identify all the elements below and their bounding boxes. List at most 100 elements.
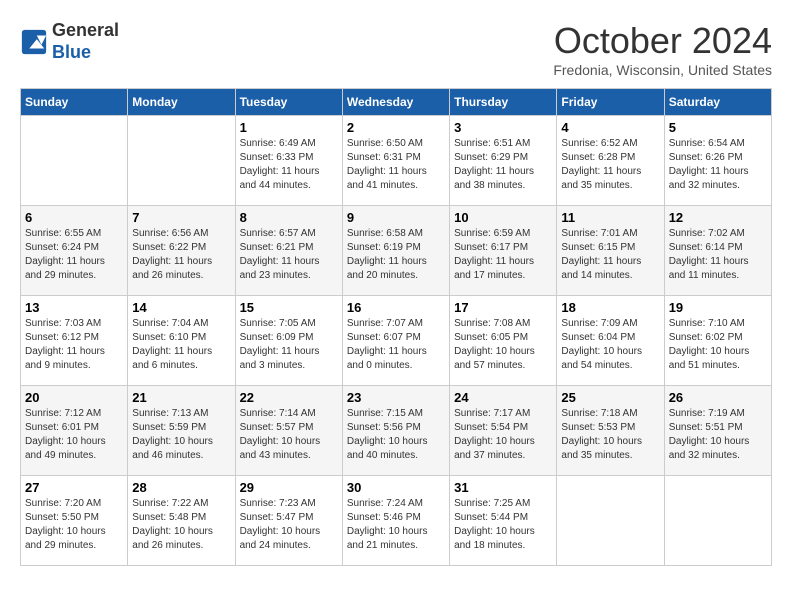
day-number: 11: [561, 210, 659, 225]
day-info: Sunrise: 7:04 AMSunset: 6:10 PMDaylight:…: [132, 317, 230, 373]
day-number: 7: [132, 210, 230, 225]
day-number: 1: [240, 120, 338, 135]
day-cell: 6 Sunrise: 6:55 AMSunset: 6:24 PMDayligh…: [21, 206, 128, 296]
week-row-1: 1 Sunrise: 6:49 AMSunset: 6:33 PMDayligh…: [21, 116, 772, 206]
title-area: October 2024 Fredonia, Wisconsin, United…: [553, 20, 772, 78]
day-info: Sunrise: 7:18 AMSunset: 5:53 PMDaylight:…: [561, 407, 659, 463]
day-cell: 19 Sunrise: 7:10 AMSunset: 6:02 PMDaylig…: [664, 296, 771, 386]
day-cell: 18 Sunrise: 7:09 AMSunset: 6:04 PMDaylig…: [557, 296, 664, 386]
day-info: Sunrise: 7:01 AMSunset: 6:15 PMDaylight:…: [561, 227, 659, 283]
day-number: 3: [454, 120, 552, 135]
day-info: Sunrise: 7:25 AMSunset: 5:44 PMDaylight:…: [454, 497, 552, 553]
weekday-header-row: SundayMondayTuesdayWednesdayThursdayFrid…: [21, 89, 772, 116]
day-cell: 9 Sunrise: 6:58 AMSunset: 6:19 PMDayligh…: [342, 206, 449, 296]
day-cell: [21, 116, 128, 206]
day-cell: 8 Sunrise: 6:57 AMSunset: 6:21 PMDayligh…: [235, 206, 342, 296]
day-cell: 15 Sunrise: 7:05 AMSunset: 6:09 PMDaylig…: [235, 296, 342, 386]
day-cell: 30 Sunrise: 7:24 AMSunset: 5:46 PMDaylig…: [342, 476, 449, 566]
day-info: Sunrise: 7:13 AMSunset: 5:59 PMDaylight:…: [132, 407, 230, 463]
weekday-header-wednesday: Wednesday: [342, 89, 449, 116]
day-number: 31: [454, 480, 552, 495]
day-number: 13: [25, 300, 123, 315]
day-info: Sunrise: 7:19 AMSunset: 5:51 PMDaylight:…: [669, 407, 767, 463]
day-cell: [128, 116, 235, 206]
day-info: Sunrise: 7:07 AMSunset: 6:07 PMDaylight:…: [347, 317, 445, 373]
day-cell: 7 Sunrise: 6:56 AMSunset: 6:22 PMDayligh…: [128, 206, 235, 296]
day-number: 14: [132, 300, 230, 315]
day-cell: 28 Sunrise: 7:22 AMSunset: 5:48 PMDaylig…: [128, 476, 235, 566]
day-info: Sunrise: 6:50 AMSunset: 6:31 PMDaylight:…: [347, 137, 445, 193]
day-number: 25: [561, 390, 659, 405]
month-title: October 2024: [553, 20, 772, 62]
day-cell: 26 Sunrise: 7:19 AMSunset: 5:51 PMDaylig…: [664, 386, 771, 476]
weekday-header-tuesday: Tuesday: [235, 89, 342, 116]
day-number: 22: [240, 390, 338, 405]
day-info: Sunrise: 6:56 AMSunset: 6:22 PMDaylight:…: [132, 227, 230, 283]
week-row-4: 20 Sunrise: 7:12 AMSunset: 6:01 PMDaylig…: [21, 386, 772, 476]
week-row-2: 6 Sunrise: 6:55 AMSunset: 6:24 PMDayligh…: [21, 206, 772, 296]
day-number: 19: [669, 300, 767, 315]
day-info: Sunrise: 7:10 AMSunset: 6:02 PMDaylight:…: [669, 317, 767, 373]
day-cell: 24 Sunrise: 7:17 AMSunset: 5:54 PMDaylig…: [450, 386, 557, 476]
day-info: Sunrise: 7:15 AMSunset: 5:56 PMDaylight:…: [347, 407, 445, 463]
day-info: Sunrise: 7:23 AMSunset: 5:47 PMDaylight:…: [240, 497, 338, 553]
logo: General Blue: [20, 20, 119, 63]
day-info: Sunrise: 7:14 AMSunset: 5:57 PMDaylight:…: [240, 407, 338, 463]
week-row-5: 27 Sunrise: 7:20 AMSunset: 5:50 PMDaylig…: [21, 476, 772, 566]
day-cell: 1 Sunrise: 6:49 AMSunset: 6:33 PMDayligh…: [235, 116, 342, 206]
day-number: 6: [25, 210, 123, 225]
day-info: Sunrise: 7:17 AMSunset: 5:54 PMDaylight:…: [454, 407, 552, 463]
day-info: Sunrise: 6:59 AMSunset: 6:17 PMDaylight:…: [454, 227, 552, 283]
day-info: Sunrise: 6:57 AMSunset: 6:21 PMDaylight:…: [240, 227, 338, 283]
day-info: Sunrise: 7:20 AMSunset: 5:50 PMDaylight:…: [25, 497, 123, 553]
logo-line2: Blue: [52, 42, 119, 64]
day-info: Sunrise: 6:51 AMSunset: 6:29 PMDaylight:…: [454, 137, 552, 193]
day-cell: 29 Sunrise: 7:23 AMSunset: 5:47 PMDaylig…: [235, 476, 342, 566]
calendar-table: SundayMondayTuesdayWednesdayThursdayFrid…: [20, 88, 772, 566]
day-cell: 2 Sunrise: 6:50 AMSunset: 6:31 PMDayligh…: [342, 116, 449, 206]
day-number: 21: [132, 390, 230, 405]
day-number: 27: [25, 480, 123, 495]
day-number: 8: [240, 210, 338, 225]
day-cell: [664, 476, 771, 566]
weekday-header-thursday: Thursday: [450, 89, 557, 116]
day-number: 12: [669, 210, 767, 225]
day-cell: 20 Sunrise: 7:12 AMSunset: 6:01 PMDaylig…: [21, 386, 128, 476]
day-info: Sunrise: 6:55 AMSunset: 6:24 PMDaylight:…: [25, 227, 123, 283]
week-row-3: 13 Sunrise: 7:03 AMSunset: 6:12 PMDaylig…: [21, 296, 772, 386]
day-number: 9: [347, 210, 445, 225]
day-cell: 4 Sunrise: 6:52 AMSunset: 6:28 PMDayligh…: [557, 116, 664, 206]
day-info: Sunrise: 6:52 AMSunset: 6:28 PMDaylight:…: [561, 137, 659, 193]
day-number: 28: [132, 480, 230, 495]
day-cell: 3 Sunrise: 6:51 AMSunset: 6:29 PMDayligh…: [450, 116, 557, 206]
day-number: 26: [669, 390, 767, 405]
day-cell: 17 Sunrise: 7:08 AMSunset: 6:05 PMDaylig…: [450, 296, 557, 386]
day-cell: 25 Sunrise: 7:18 AMSunset: 5:53 PMDaylig…: [557, 386, 664, 476]
day-cell: [557, 476, 664, 566]
day-number: 5: [669, 120, 767, 135]
day-info: Sunrise: 7:09 AMSunset: 6:04 PMDaylight:…: [561, 317, 659, 373]
day-number: 15: [240, 300, 338, 315]
day-info: Sunrise: 7:24 AMSunset: 5:46 PMDaylight:…: [347, 497, 445, 553]
day-number: 24: [454, 390, 552, 405]
page-header: General Blue October 2024 Fredonia, Wisc…: [20, 20, 772, 78]
day-number: 30: [347, 480, 445, 495]
day-info: Sunrise: 7:12 AMSunset: 6:01 PMDaylight:…: [25, 407, 123, 463]
day-cell: 27 Sunrise: 7:20 AMSunset: 5:50 PMDaylig…: [21, 476, 128, 566]
location: Fredonia, Wisconsin, United States: [553, 62, 772, 78]
day-cell: 5 Sunrise: 6:54 AMSunset: 6:26 PMDayligh…: [664, 116, 771, 206]
day-number: 10: [454, 210, 552, 225]
day-cell: 16 Sunrise: 7:07 AMSunset: 6:07 PMDaylig…: [342, 296, 449, 386]
logo-icon: [20, 28, 48, 56]
day-info: Sunrise: 7:02 AMSunset: 6:14 PMDaylight:…: [669, 227, 767, 283]
weekday-header-saturday: Saturday: [664, 89, 771, 116]
day-info: Sunrise: 7:03 AMSunset: 6:12 PMDaylight:…: [25, 317, 123, 373]
day-number: 2: [347, 120, 445, 135]
day-info: Sunrise: 7:22 AMSunset: 5:48 PMDaylight:…: [132, 497, 230, 553]
day-cell: 22 Sunrise: 7:14 AMSunset: 5:57 PMDaylig…: [235, 386, 342, 476]
day-number: 20: [25, 390, 123, 405]
day-info: Sunrise: 6:49 AMSunset: 6:33 PMDaylight:…: [240, 137, 338, 193]
day-number: 16: [347, 300, 445, 315]
day-info: Sunrise: 7:08 AMSunset: 6:05 PMDaylight:…: [454, 317, 552, 373]
day-info: Sunrise: 7:05 AMSunset: 6:09 PMDaylight:…: [240, 317, 338, 373]
